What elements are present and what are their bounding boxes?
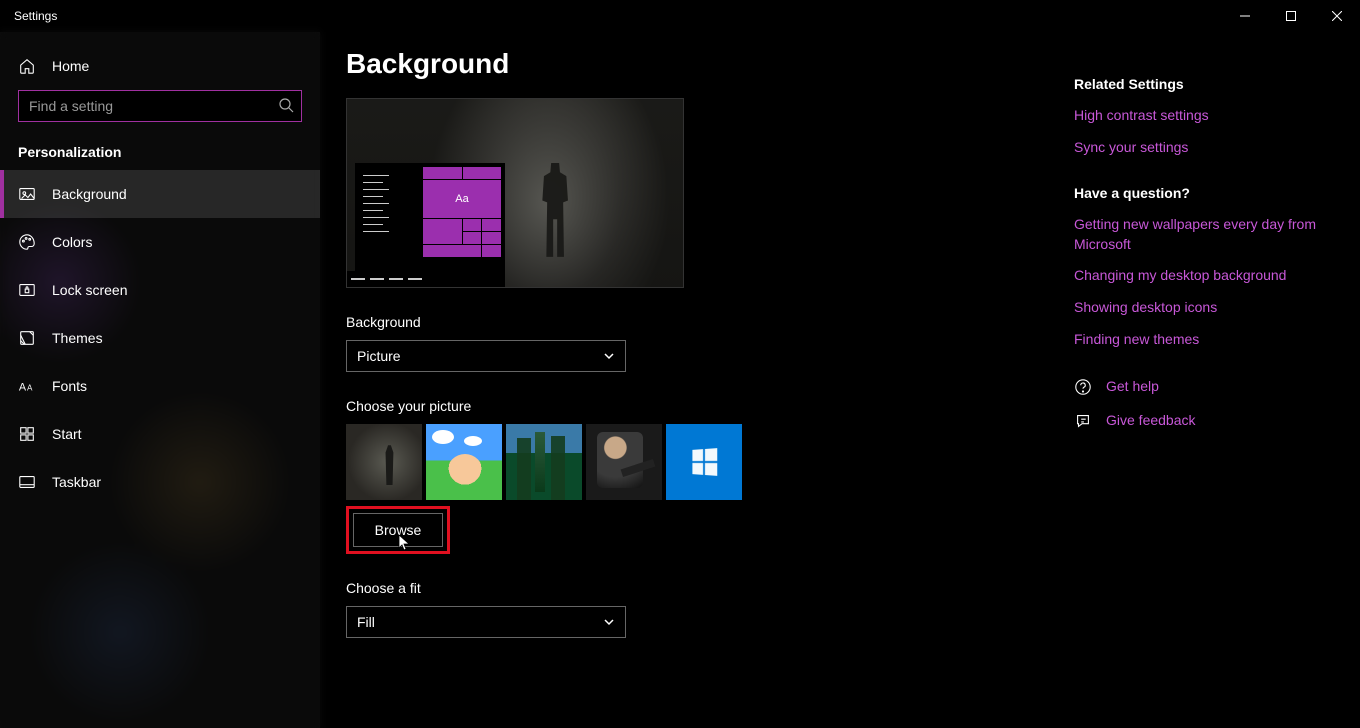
fonts-icon: AA [18, 377, 36, 395]
preview-taskbar [347, 271, 505, 287]
browse-button[interactable]: Browse [353, 513, 443, 547]
sidebar-item-label: Start [52, 426, 82, 442]
cursor-icon [398, 534, 412, 555]
choose-picture-label: Choose your picture [346, 398, 1054, 414]
sidebar-home-label: Home [52, 58, 89, 74]
get-help-icon [1074, 378, 1092, 396]
minimize-icon [1240, 11, 1250, 21]
sidebar-item-background[interactable]: Background [0, 170, 320, 218]
have-question-title: Have a question? [1074, 185, 1334, 201]
related-settings-title: Related Settings [1074, 76, 1334, 92]
background-type-value: Picture [357, 348, 401, 364]
maximize-icon [1286, 11, 1296, 21]
link-finding-themes[interactable]: Finding new themes [1074, 330, 1334, 350]
titlebar: Settings [0, 0, 1360, 32]
link-sync-settings[interactable]: Sync your settings [1074, 138, 1334, 158]
browse-highlight: Browse [346, 506, 450, 554]
search-icon [278, 97, 294, 118]
sidebar-item-taskbar[interactable]: Taskbar [0, 458, 320, 506]
desktop-preview: Aa [346, 98, 684, 288]
link-high-contrast[interactable]: High contrast settings [1074, 106, 1334, 126]
background-type-label: Background [346, 314, 1054, 330]
choose-fit-label: Choose a fit [346, 580, 1054, 596]
close-button[interactable] [1314, 0, 1360, 32]
link-get-help[interactable]: Get help [1106, 377, 1159, 397]
thumbnail-wallpaper-cartoon[interactable] [426, 424, 502, 500]
preview-sample-text: Aa [455, 193, 468, 205]
sidebar-item-label: Taskbar [52, 474, 101, 490]
thumbnail-wallpaper-nature[interactable] [506, 424, 582, 500]
choose-fit-value: Fill [357, 614, 375, 630]
chevron-down-icon [603, 616, 615, 628]
start-icon [18, 425, 36, 443]
svg-text:A: A [27, 384, 33, 393]
right-panel: Related Settings High contrast settings … [1054, 48, 1334, 728]
sidebar-item-label: Fonts [52, 378, 87, 394]
taskbar-icon [18, 473, 36, 491]
sidebar-item-label: Lock screen [52, 282, 127, 298]
sidebar-item-label: Themes [52, 330, 103, 346]
palette-icon [18, 233, 36, 251]
svg-text:A: A [19, 382, 27, 394]
search-input[interactable] [18, 90, 302, 122]
main-content: Background Aa [346, 48, 1054, 728]
thumbnail-wallpaper-windows[interactable] [666, 424, 742, 500]
background-type-select[interactable]: Picture [346, 340, 626, 372]
close-icon [1332, 11, 1342, 21]
sidebar-item-label: Colors [52, 234, 92, 250]
minimize-button[interactable] [1222, 0, 1268, 32]
give-feedback-icon [1074, 412, 1092, 430]
choose-fit-select[interactable]: Fill [346, 606, 626, 638]
window-title: Settings [14, 9, 57, 23]
sidebar-item-fonts[interactable]: AA Fonts [0, 362, 320, 410]
sidebar-item-lockscreen[interactable]: Lock screen [0, 266, 320, 314]
link-give-feedback[interactable]: Give feedback [1106, 411, 1196, 431]
sidebar-home[interactable]: Home [0, 42, 320, 90]
chevron-down-icon [603, 350, 615, 362]
maximize-button[interactable] [1268, 0, 1314, 32]
sidebar-item-start[interactable]: Start [0, 410, 320, 458]
picture-thumbnails [346, 424, 1054, 500]
link-changing-background[interactable]: Changing my desktop background [1074, 266, 1334, 286]
thumbnail-wallpaper-robot[interactable] [346, 424, 422, 500]
sidebar-item-colors[interactable]: Colors [0, 218, 320, 266]
picture-icon [18, 185, 36, 203]
themes-icon [18, 329, 36, 347]
lockscreen-icon [18, 281, 36, 299]
sidebar-item-themes[interactable]: Themes [0, 314, 320, 362]
sidebar: Home Personalization Background Colors [0, 32, 320, 728]
sidebar-group-title: Personalization [0, 144, 320, 170]
thumbnail-wallpaper-action[interactable] [586, 424, 662, 500]
link-getting-wallpapers[interactable]: Getting new wallpapers every day from Mi… [1074, 215, 1334, 254]
link-showing-icons[interactable]: Showing desktop icons [1074, 298, 1334, 318]
sidebar-item-label: Background [52, 186, 127, 202]
home-icon [18, 57, 36, 75]
page-title: Background [346, 48, 1054, 80]
preview-start-menu: Aa [355, 163, 505, 271]
